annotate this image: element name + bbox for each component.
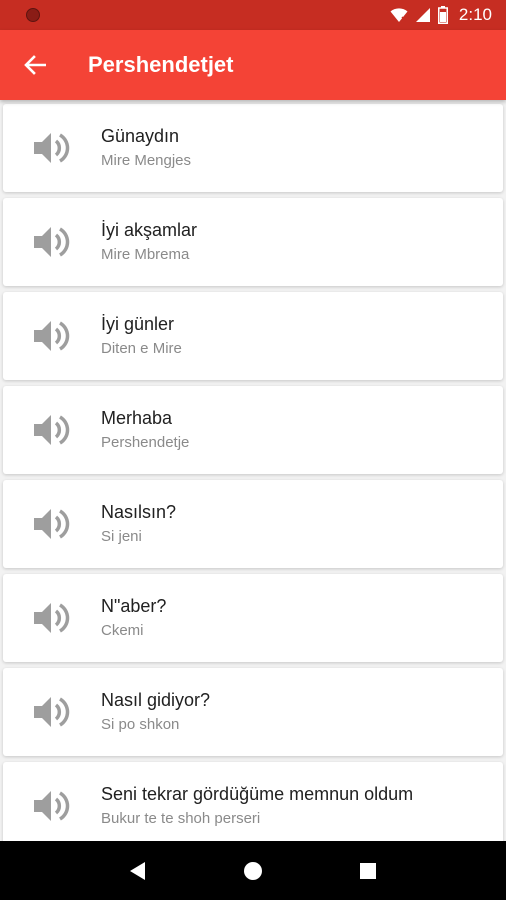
translation-text: Pershendetje <box>101 434 190 451</box>
circle-home-icon <box>243 861 262 880</box>
play-audio-button[interactable] <box>3 386 101 474</box>
speaker-icon <box>34 697 70 727</box>
phrase-text: Nasıl gidiyor? <box>101 690 211 710</box>
phrase-texts: Nasıl gidiyor? Si po shkon <box>101 688 210 736</box>
phrase-texts: Merhaba Pershendetje <box>101 406 189 454</box>
page-title: Pershendetjet <box>88 52 234 77</box>
phrase-card[interactable]: Merhaba Pershendetje <box>3 386 503 474</box>
phrase-card[interactable]: N"aber? Ckemi <box>3 574 503 662</box>
signal-icon <box>415 8 430 22</box>
speaker-icon <box>34 321 70 351</box>
triangle-back-icon <box>129 861 145 880</box>
phrase-texts: N"aber? Ckemi <box>101 594 166 642</box>
phrase-texts: İyi akşamlar Mire Mbrema <box>101 218 197 266</box>
phrase-list[interactable]: Günaydın Mire Mengjes İyi akşamlar Mire Mbr… <box>0 100 506 841</box>
translation-text: Mire Mbrema <box>101 246 190 263</box>
status-bar: 2:10 <box>0 0 506 30</box>
notification-icon <box>26 8 40 22</box>
play-audio-button[interactable] <box>3 480 101 568</box>
phrase-texts: Seni tekrar gördüğüme memnun oldum Bukur … <box>101 782 413 830</box>
translation-text: Mire Mengjes <box>101 152 192 169</box>
phrase-text: Nasılsın? <box>101 502 177 522</box>
translation-text: Si jeni <box>101 528 142 545</box>
square-recents-icon <box>360 862 377 879</box>
phrase-text: Seni tekrar gördüğüme memnun oldum <box>101 784 414 804</box>
phrase-card[interactable]: İyi günler Diten e Mire <box>3 292 503 380</box>
play-audio-button[interactable] <box>3 292 101 380</box>
phrase-text: İyi akşamlar <box>101 220 198 240</box>
speaker-icon <box>34 791 70 821</box>
arrow-left-icon <box>24 55 46 75</box>
translation-text: Bukur te te shoh perseri <box>101 810 261 827</box>
translation-text: Diten e Mire <box>101 340 182 357</box>
speaker-icon <box>34 227 70 257</box>
nav-home-button[interactable] <box>233 851 273 891</box>
speaker-icon <box>34 603 70 633</box>
phrase-text: Merhaba <box>101 408 173 428</box>
phrase-text: İyi günler <box>101 314 175 334</box>
nav-back-button[interactable] <box>118 851 158 891</box>
play-audio-button[interactable] <box>3 762 101 841</box>
speaker-icon <box>34 509 70 539</box>
phrase-texts: Nasılsın? Si jeni <box>101 500 176 548</box>
phrase-card[interactable]: Nasılsın? Si jeni <box>3 480 503 568</box>
status-time: 2:10 <box>458 5 492 24</box>
back-button[interactable] <box>0 30 70 100</box>
translation-text: Si po shkon <box>101 716 180 733</box>
play-audio-button[interactable] <box>3 668 101 756</box>
phrase-text: N"aber? <box>101 596 167 616</box>
phrase-texts: İyi günler Diten e Mire <box>101 312 182 360</box>
phrase-text: Günaydın <box>101 126 180 146</box>
nav-recents-button[interactable] <box>348 851 388 891</box>
phrase-card[interactable]: Nasıl gidiyor? Si po shkon <box>3 668 503 756</box>
app-bar: Pershendetjet <box>0 30 506 100</box>
wifi-icon <box>390 8 408 22</box>
status-icons: 2:10 <box>390 5 492 25</box>
phrase-card[interactable]: Seni tekrar gördüğüme memnun oldum Bukur … <box>3 762 503 841</box>
play-audio-button[interactable] <box>3 104 101 192</box>
phrase-texts: Günaydın Mire Mengjes <box>101 124 191 172</box>
speaker-icon <box>34 133 70 163</box>
translation-text: Ckemi <box>101 622 144 639</box>
play-audio-button[interactable] <box>3 198 101 286</box>
speaker-icon <box>34 415 70 445</box>
play-audio-button[interactable] <box>3 574 101 662</box>
phrase-card[interactable]: Günaydın Mire Mengjes <box>3 104 503 192</box>
battery-icon <box>437 6 448 24</box>
phrase-card[interactable]: İyi akşamlar Mire Mbrema <box>3 198 503 286</box>
navigation-bar <box>0 841 506 900</box>
